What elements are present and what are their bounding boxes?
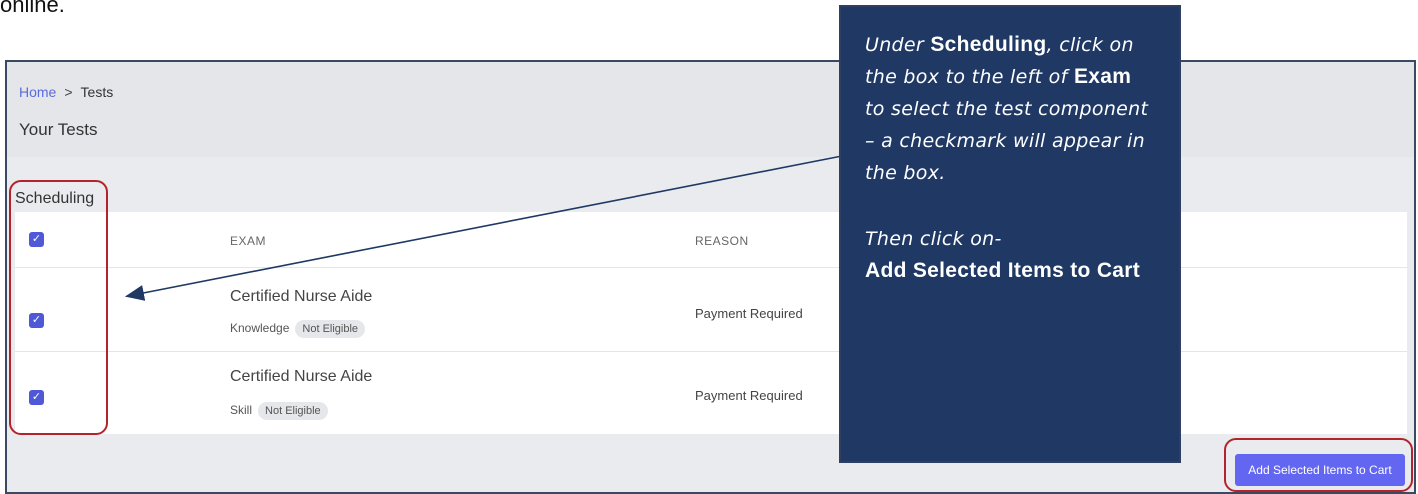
section-label-scheduling: Scheduling — [15, 190, 95, 207]
column-header-exam: EXAM — [230, 234, 267, 248]
add-selected-to-cart-button[interactable]: Add Selected Items to Cart — [1235, 454, 1405, 486]
select-all-checkbox[interactable]: ✓ — [29, 232, 44, 247]
breadcrumb-current: Tests — [80, 84, 114, 100]
exam-type: Knowledge Not Eligible — [230, 320, 366, 338]
eligibility-badge: Not Eligible — [295, 320, 366, 338]
checkmark-icon: ✓ — [31, 314, 42, 326]
breadcrumb: Home > Tests — [19, 84, 113, 100]
column-header-reason: REASON — [695, 234, 749, 248]
callout-instruction: Under Scheduling, click on the box to th… — [865, 33, 1149, 184]
exam-name: Certified Nurse Aide — [230, 368, 373, 385]
exam-type-label: Skill — [230, 403, 253, 417]
page-title: Your Tests — [19, 120, 98, 139]
row-checkbox[interactable]: ✓ — [29, 313, 44, 328]
intro-text: online. — [0, 0, 65, 17]
table-row: ✓ Certified Nurse Aide Knowledge Not Elig… — [15, 268, 1407, 352]
exam-type-label: Knowledge — [230, 321, 290, 335]
exam-name: Certified Nurse Aide — [230, 288, 373, 305]
callout-next-step: Then click on- Add Selected Items to Car… — [865, 228, 1141, 282]
page-header: Home > Tests Your Tests — [7, 62, 1414, 157]
table-header-row: ✓ EXAM REASON — [15, 212, 1407, 268]
breadcrumb-home-link[interactable]: Home — [19, 84, 56, 100]
row-checkbox[interactable]: ✓ — [29, 390, 44, 405]
reason-text: Payment Required — [695, 306, 803, 321]
exam-type: Skill Not Eligible — [230, 402, 328, 420]
table-row: ✓ Certified Nurse Aide Skill Not Eligible… — [15, 352, 1407, 434]
chevron-right-icon: > — [64, 84, 73, 100]
reason-text: Payment Required — [695, 388, 803, 403]
instruction-callout: Under Scheduling, click on the box to th… — [839, 5, 1181, 463]
tests-table: ✓ EXAM REASON ✓ Certified Nurse Aide Kno… — [15, 212, 1407, 434]
checkmark-icon: ✓ — [31, 391, 42, 403]
checkmark-icon: ✓ — [31, 233, 42, 245]
eligibility-badge: Not Eligible — [258, 402, 328, 420]
app-frame: Home > Tests Your Tests Scheduling ✓ EXAM … — [5, 60, 1416, 494]
